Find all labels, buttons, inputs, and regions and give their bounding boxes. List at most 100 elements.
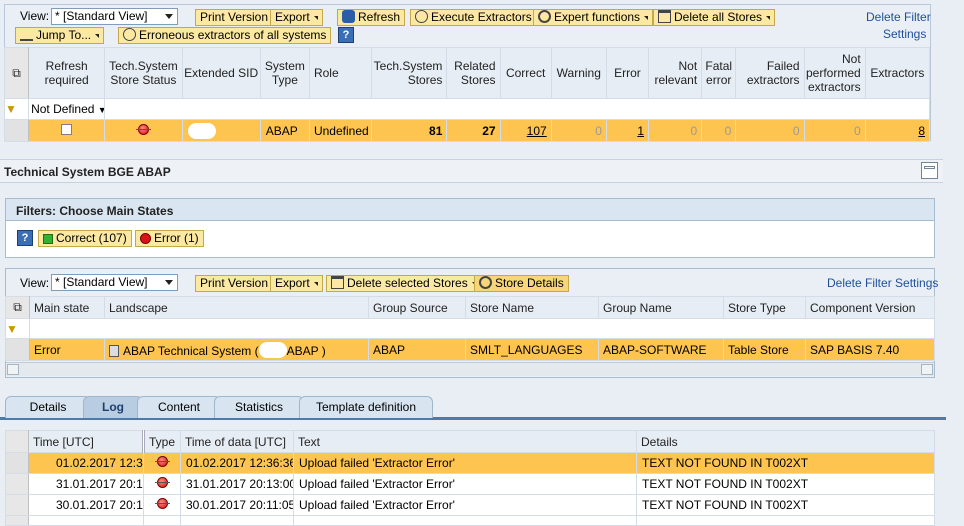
store-export-label: Export bbox=[275, 276, 310, 290]
chevron-down-icon[interactable] bbox=[162, 9, 177, 24]
landscape-cell: ABAP Technical System (ABAP ) bbox=[104, 338, 369, 361]
help-icon[interactable]: ? bbox=[338, 27, 354, 43]
row-selector[interactable] bbox=[5, 494, 29, 516]
view-select[interactable]: * [Standard View] bbox=[51, 8, 178, 25]
magnifier-icon bbox=[479, 276, 492, 289]
tab-statistics[interactable]: Statistics bbox=[214, 396, 304, 418]
expert-functions-button[interactable]: Expert functions bbox=[533, 9, 654, 26]
filters-help-icon[interactable]: ? bbox=[17, 230, 33, 246]
export-label: Export bbox=[275, 10, 310, 24]
col-not-relevant[interactable]: Not relevant bbox=[647, 47, 703, 99]
jump-label: Jump To... bbox=[36, 28, 92, 42]
col-details[interactable]: Details bbox=[636, 430, 935, 453]
col-related-stores[interactable]: Related Stores bbox=[446, 47, 501, 99]
col-store-type[interactable]: Store Type bbox=[723, 296, 806, 319]
table-row[interactable]: 31.01.2017 20:13:10 31.01.2017 20:13:00 … bbox=[5, 473, 935, 495]
col-time[interactable]: Time [UTC] bbox=[28, 430, 145, 453]
landscape-prefix: ABAP Technical System ( bbox=[123, 343, 259, 358]
correct-link[interactable]: 107 bbox=[499, 119, 552, 142]
chevron-down-icon[interactable] bbox=[162, 275, 177, 290]
column-settings-icon[interactable] bbox=[5, 430, 29, 453]
col-role[interactable]: Role bbox=[308, 47, 373, 99]
red-lamp-icon bbox=[140, 233, 151, 244]
extractor-summary-table: ⧉ Refresh required Tech.System Store Sta… bbox=[3, 47, 931, 142]
table-row[interactable]: 01.02.2017 12:36:45 01.02.2017 12:36:36 … bbox=[5, 452, 935, 474]
col-not-performed[interactable]: Not performed extractors bbox=[803, 47, 866, 99]
col-fatal-error[interactable]: Fatal error bbox=[701, 47, 737, 99]
tab-log[interactable]: Log bbox=[83, 396, 143, 418]
tab-content[interactable]: Content bbox=[137, 396, 221, 418]
column-settings-icon[interactable]: ⧉ bbox=[5, 296, 30, 319]
table-row[interactable]: Error ABAP Technical System (ABAP ) ABAP… bbox=[5, 338, 935, 361]
erroneous-extractors-button[interactable]: Erroneous extractors of all systems bbox=[118, 27, 332, 44]
col-text[interactable]: Text bbox=[293, 430, 637, 453]
store-export-button[interactable]: Export bbox=[270, 275, 323, 292]
row-selector[interactable] bbox=[3, 119, 30, 142]
col-tech-stores[interactable]: Tech.System Stores bbox=[371, 47, 448, 99]
store-view-select[interactable]: * [Standard View] bbox=[51, 274, 178, 291]
col-component-version[interactable]: Component Version bbox=[805, 296, 935, 319]
store-print-button[interactable]: Print Version bbox=[195, 275, 274, 292]
col-main-state[interactable]: Main state bbox=[29, 296, 105, 319]
component-version-cell: SAP BASIS 7.40 bbox=[805, 338, 935, 361]
col-store-name[interactable]: Store Name bbox=[465, 296, 599, 319]
col-correct[interactable]: Correct bbox=[499, 47, 552, 99]
col-system-type[interactable]: System Type bbox=[259, 47, 310, 99]
row-selector[interactable] bbox=[5, 473, 29, 495]
refresh-filter-select[interactable]: Not Defined ▼ bbox=[28, 98, 106, 120]
col-data-time[interactable]: Time of data [UTC] bbox=[180, 430, 294, 453]
export-button[interactable]: Export bbox=[270, 9, 323, 26]
delete-all-stores-button[interactable]: Delete all Stores bbox=[653, 9, 776, 26]
delete-filter-settings-link[interactable]: Delete Filter Settings bbox=[827, 276, 938, 290]
execute-icon bbox=[415, 10, 428, 23]
col-landscape[interactable]: Landscape bbox=[104, 296, 369, 319]
col-failed-extractors[interactable]: Failed extractors bbox=[735, 47, 805, 99]
col-extractors[interactable]: Extractors bbox=[864, 47, 931, 99]
execute-extractors-button[interactable]: Execute Extractors bbox=[410, 9, 537, 26]
col-warning[interactable]: Warning bbox=[550, 47, 607, 99]
col-group-name[interactable]: Group Name bbox=[598, 296, 724, 319]
col-store-status[interactable]: Tech.System Store Status bbox=[104, 47, 183, 99]
role-cell: Undefined bbox=[308, 119, 373, 142]
log-table: Time [UTC] Type Time of data [UTC] Text … bbox=[5, 430, 935, 526]
tab-details[interactable]: Details bbox=[5, 396, 91, 418]
col-refresh-required[interactable]: Refresh required bbox=[28, 47, 106, 99]
print-version-button[interactable]: Print Version bbox=[195, 9, 274, 26]
filter-icon[interactable]: ▼ bbox=[5, 318, 30, 339]
table-row[interactable]: ABAP Undefined 81 27 107 0 1 0 0 0 0 8 bbox=[3, 119, 931, 142]
tab-template-definition[interactable]: Template definition bbox=[299, 396, 433, 418]
col-group-source[interactable]: Group Source bbox=[368, 296, 466, 319]
settings-link[interactable]: Settings bbox=[883, 27, 926, 41]
column-settings-icon[interactable]: ⧉ bbox=[3, 47, 30, 99]
scroll-right-arrow[interactable] bbox=[921, 364, 933, 375]
table-row[interactable]: 30.01.2017 20:11:13 30.01.2017 20:11:05 … bbox=[5, 494, 935, 516]
horizontal-scrollbar[interactable] bbox=[6, 362, 934, 376]
extractors-link[interactable]: 8 bbox=[864, 119, 931, 142]
filter-icon[interactable]: ▼ bbox=[3, 98, 30, 120]
jump-icon bbox=[20, 28, 33, 41]
col-error[interactable]: Error bbox=[605, 47, 650, 99]
refresh-checkbox[interactable] bbox=[61, 123, 73, 135]
store-filter-row: ▼ bbox=[5, 318, 935, 339]
delete-selected-stores-button[interactable]: Delete selected Stores bbox=[326, 275, 481, 292]
store-details-button[interactable]: Store Details bbox=[474, 275, 569, 292]
trash-icon bbox=[331, 276, 344, 289]
filter-value: Not Defined bbox=[31, 102, 95, 116]
filter-correct-button[interactable]: Correct (107) bbox=[38, 230, 132, 247]
jump-to-button[interactable]: Jump To... bbox=[15, 27, 105, 44]
scroll-left-arrow[interactable] bbox=[7, 364, 19, 375]
row-selector[interactable] bbox=[5, 338, 30, 361]
execute-label: Execute Extractors bbox=[431, 10, 532, 24]
collapse-icon[interactable] bbox=[921, 162, 938, 179]
error-link[interactable]: 1 bbox=[605, 119, 650, 142]
row-selector[interactable] bbox=[5, 452, 29, 474]
time-cell: 01.02.2017 12:36:45 bbox=[28, 452, 144, 474]
filter-error-button[interactable]: Error (1) bbox=[135, 230, 204, 247]
extended-sid-cell bbox=[181, 119, 261, 142]
green-square-icon bbox=[43, 234, 53, 244]
warning-cell: 0 bbox=[550, 119, 607, 142]
refresh-button[interactable]: Refresh bbox=[337, 9, 406, 26]
col-extended-sid[interactable]: Extended SID bbox=[181, 47, 261, 99]
delete-filter-link[interactable]: Delete Filter bbox=[866, 10, 931, 24]
col-type[interactable]: Type bbox=[143, 430, 181, 453]
